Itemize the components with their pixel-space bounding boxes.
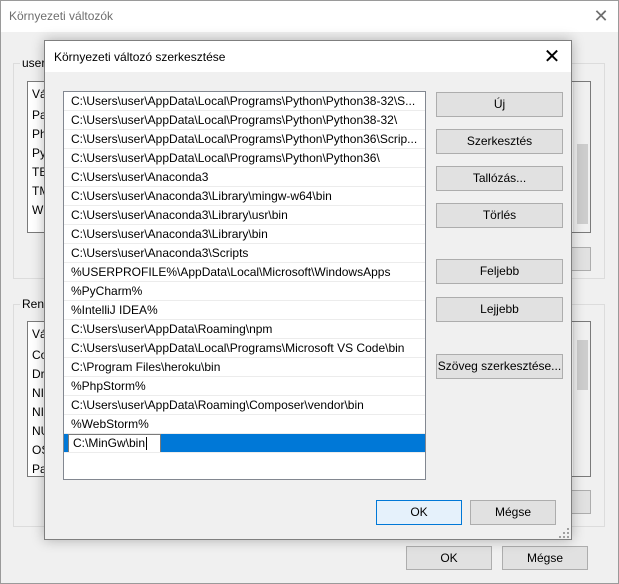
delete-button[interactable]: Törlés (436, 203, 563, 228)
list-item[interactable]: C:\Users\user\AppData\Roaming\Composer\v… (64, 396, 425, 415)
scrollbar-thumb[interactable] (577, 144, 588, 224)
list-item[interactable]: C:\Users\user\Anaconda3\Library\bin (64, 225, 425, 244)
text-caret (146, 437, 148, 451)
move-up-button[interactable]: Feljebb (436, 259, 563, 284)
list-item[interactable]: %IntelliJ IDEA% (64, 301, 425, 320)
new-button[interactable]: Új (436, 92, 563, 117)
list-item[interactable]: C:\Users\user\Anaconda3 (64, 168, 425, 187)
outer-system-button[interactable] (571, 490, 591, 514)
list-item[interactable]: C:\Users\user\AppData\Roaming\npm (64, 320, 425, 339)
resize-grip-icon[interactable] (559, 528, 569, 538)
path-edit-value: C:\MinGw\bin (73, 436, 146, 450)
list-item[interactable]: C:\Users\user\AppData\Local\Programs\Pyt… (64, 130, 425, 149)
cancel-button[interactable]: Mégse (470, 500, 556, 525)
close-icon[interactable]: ✕ (539, 45, 565, 69)
outer-window-title: Környezeti változók (9, 9, 114, 23)
list-item[interactable]: %USERPROFILE%\AppData\Local\Microsoft\Wi… (64, 263, 425, 282)
browse-button[interactable]: Tallózás... (436, 166, 563, 191)
list-item[interactable]: C:\Users\user\Anaconda3\Library\usr\bin (64, 206, 425, 225)
move-down-button[interactable]: Lejjebb (436, 297, 563, 322)
list-item[interactable]: C:\Users\user\Anaconda3\Scripts (64, 244, 425, 263)
list-item[interactable]: C:\Users\user\AppData\Local\Programs\Mic… (64, 339, 425, 358)
list-item[interactable]: %WebStorm% (64, 415, 425, 434)
outer-titlebar: Környezeti változók ✕ (1, 1, 618, 32)
edit-text-button[interactable]: Szöveg szerkesztése... (436, 354, 563, 379)
scrollbar-thumb[interactable] (577, 340, 588, 390)
path-list[interactable]: C:\Users\user\AppData\Local\Programs\Pyt… (63, 91, 426, 480)
outer-cancel-button[interactable]: Mégse (502, 546, 588, 570)
selected-list-item[interactable]: C:\MinGw\bin (64, 434, 425, 453)
modal-title: Környezeti változó szerkesztése (54, 50, 226, 64)
outer-ok-button[interactable]: OK (406, 546, 492, 570)
outer-user-button[interactable] (571, 247, 591, 271)
list-item[interactable]: %PyCharm% (64, 282, 425, 301)
list-item[interactable]: C:\Program Files\heroku\bin (64, 358, 425, 377)
path-edit-input[interactable]: C:\MinGw\bin (68, 434, 161, 452)
system-list-scrollbar[interactable] (573, 322, 590, 476)
ok-button[interactable]: OK (376, 500, 462, 525)
close-icon[interactable]: ✕ (589, 5, 613, 27)
user-list-scrollbar[interactable] (573, 82, 590, 232)
edit-environment-variable-dialog: Környezeti változó szerkesztése ✕ C:\Use… (44, 40, 572, 540)
list-item[interactable]: C:\Users\user\AppData\Local\Programs\Pyt… (64, 111, 425, 130)
list-item[interactable]: C:\Users\user\Anaconda3\Library\mingw-w6… (64, 187, 425, 206)
modal-titlebar: Környezeti változó szerkesztése ✕ (45, 41, 571, 72)
list-item[interactable]: C:\Users\user\AppData\Local\Programs\Pyt… (64, 149, 425, 168)
list-item[interactable]: C:\Users\user\AppData\Local\Programs\Pyt… (64, 92, 425, 111)
edit-button[interactable]: Szerkesztés (436, 129, 563, 154)
list-item[interactable]: %PhpStorm% (64, 377, 425, 396)
